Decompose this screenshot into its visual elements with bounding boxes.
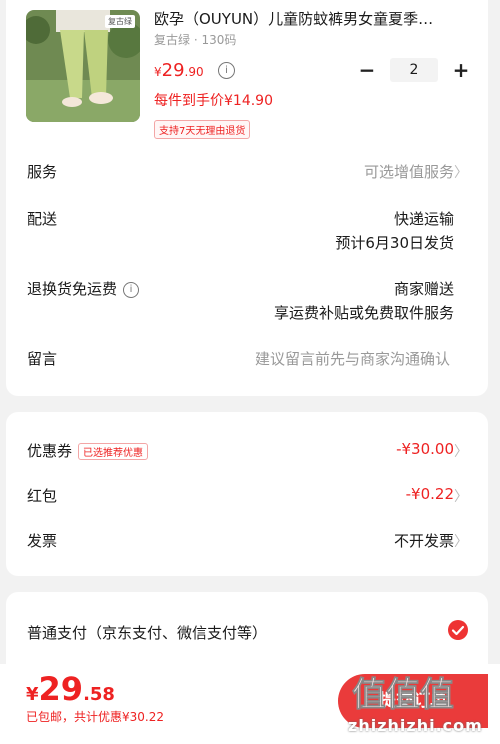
plus-button[interactable]: + bbox=[450, 58, 472, 82]
price-symbol: ¥ bbox=[154, 65, 162, 79]
invoice-value[interactable]: 不开发票 bbox=[394, 530, 454, 551]
price-decimal: .90 bbox=[184, 65, 204, 79]
message-label: 留言 bbox=[27, 350, 58, 368]
price-info-icon[interactable]: i bbox=[218, 62, 235, 79]
discount-card: 优惠券 已选推荐优惠 -¥30.00 〉 红包 -¥0.22 〉 发票 不开发票 … bbox=[6, 412, 488, 576]
return-shipping-label-text: 退换货免运费 bbox=[27, 280, 118, 298]
coupon-recommend-tag: 已选推荐优惠 bbox=[78, 443, 149, 460]
checkout-bar: ¥29.58 已包邮，共计优惠¥30.22 提交订单 bbox=[0, 664, 500, 744]
service-label: 服务 bbox=[27, 163, 58, 181]
red-packet-label: 红包 bbox=[27, 487, 58, 505]
thumb-color-tag: 复古绿 bbox=[105, 15, 135, 28]
coupon-label-text: 优惠券 bbox=[27, 442, 73, 460]
order-details-card: 复古绿 欧孕（OUYUN）儿童防蚊裤男女童夏季… 复古绿 · 130码 ¥29.… bbox=[6, 0, 488, 396]
minus-button[interactable]: − bbox=[356, 58, 378, 82]
check-icon[interactable] bbox=[448, 620, 468, 640]
message-input[interactable]: 建议留言前先与商家沟通确认 bbox=[255, 348, 450, 369]
product-spec[interactable]: 复古绿 · 130码 bbox=[154, 31, 236, 48]
red-packet-value[interactable]: -¥0.22 bbox=[406, 485, 454, 503]
chevron-right-icon[interactable]: 〉 bbox=[454, 531, 468, 551]
submit-order-button[interactable]: 提交订单 bbox=[338, 674, 488, 728]
quantity-stepper: − 2 + bbox=[356, 58, 472, 82]
quantity-value[interactable]: 2 bbox=[390, 58, 438, 82]
total-price: ¥29.58 bbox=[26, 670, 115, 708]
service-value[interactable]: 可选增值服务 bbox=[364, 161, 454, 182]
total-decimal: .58 bbox=[83, 684, 115, 705]
chevron-right-icon[interactable]: 〉 bbox=[454, 486, 468, 506]
delivery-value[interactable]: 快递运输 bbox=[394, 208, 454, 229]
coupon-value[interactable]: -¥30.00 bbox=[396, 440, 454, 458]
payment-method-label[interactable]: 普通支付（京东支付、微信支付等） bbox=[27, 622, 267, 643]
total-integer: 29 bbox=[38, 670, 84, 708]
delivery-label: 配送 bbox=[27, 210, 58, 228]
return-shipping-desc: 享运费补贴或免费取件服务 bbox=[273, 304, 454, 322]
return-shipping-label: 退换货免运费 i bbox=[27, 278, 140, 299]
return-shipping-value: 商家赠送 bbox=[393, 280, 454, 298]
delivery-date: 预计6月30日发货 bbox=[335, 234, 454, 252]
chevron-right-icon[interactable]: 〉 bbox=[454, 441, 468, 461]
total-symbol: ¥ bbox=[26, 684, 39, 705]
chevron-right-icon[interactable]: 〉 bbox=[454, 162, 468, 182]
info-icon[interactable]: i bbox=[123, 281, 140, 298]
product-price: ¥29.90 bbox=[154, 60, 204, 81]
coupon-label[interactable]: 优惠券 已选推荐优惠 bbox=[27, 440, 149, 461]
price-integer: 29 bbox=[161, 60, 185, 81]
product-image[interactable]: 复古绿 bbox=[26, 10, 140, 122]
product-title[interactable]: 欧孕（OUYUN）儿童防蚊裤男女童夏季… bbox=[154, 8, 472, 29]
check-mark bbox=[451, 625, 465, 636]
return-policy-tag: 支持7天无理由退货 bbox=[154, 120, 251, 139]
each-price: 每件到手价¥14.90 bbox=[154, 93, 273, 109]
discount-summary[interactable]: 已包邮，共计优惠¥30.22 bbox=[26, 708, 164, 725]
invoice-label: 发票 bbox=[27, 532, 58, 550]
